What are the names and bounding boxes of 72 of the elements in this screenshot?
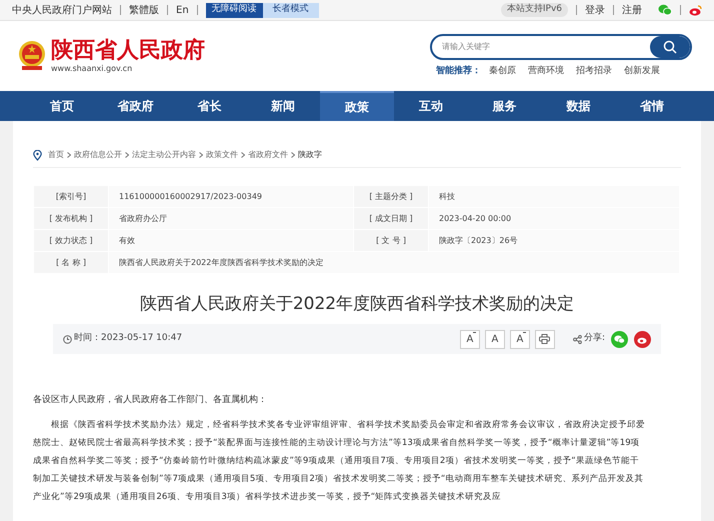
- location-pin-icon: [33, 150, 42, 160]
- nav-tab[interactable]: 新闻: [246, 91, 320, 121]
- recommend-link[interactable]: 秦创原: [489, 64, 516, 78]
- info-value: 116100000160002917/2023-00349: [108, 186, 354, 208]
- publish-time: 时间：2023-05-17 10:47: [74, 332, 182, 346]
- info-label: [ 文 号 ]: [354, 230, 428, 252]
- info-label: [ 主题分类 ]: [354, 186, 428, 208]
- info-label: [ 成文日期 ]: [354, 208, 428, 230]
- share-label: 分享:: [584, 332, 605, 346]
- wechat-share-button[interactable]: [611, 330, 628, 348]
- top-link[interactable]: 繁體版: [129, 2, 159, 18]
- recommend-label: 智能推荐：: [436, 64, 481, 78]
- info-value: 陕政字〔2023〕26号: [428, 230, 680, 252]
- mode-button[interactable]: 无障碍阅读: [206, 2, 263, 18]
- info-value: 陕西省人民政府关于2022年度陕西省科学技术奖励的决定: [108, 252, 680, 274]
- breadcrumb-link[interactable]: 法定主动公开内容: [132, 149, 196, 161]
- breadcrumb-link[interactable]: 政策文件: [206, 149, 238, 161]
- info-value: 2023-04-20 00:00: [428, 208, 680, 230]
- print-button[interactable]: [534, 330, 555, 348]
- search-icon: [663, 40, 677, 54]
- font-decrease-button[interactable]: A: [510, 330, 530, 348]
- breadcrumb-link[interactable]: 省政府文件: [248, 149, 288, 161]
- recommend-link[interactable]: 营商环境: [528, 64, 564, 78]
- breadcrumb-link[interactable]: 陕政字: [298, 149, 322, 161]
- wechat-icon: [614, 334, 625, 344]
- site-url: www.shaanxi.gov.cn: [51, 64, 134, 74]
- nav-tab[interactable]: 政策: [320, 91, 394, 121]
- top-link[interactable]: En: [176, 2, 189, 18]
- font-increase-button[interactable]: A: [460, 330, 480, 348]
- mode-button[interactable]: 长者模式: [262, 2, 319, 18]
- nav-tab[interactable]: 省情: [615, 91, 690, 121]
- clock-icon: [63, 334, 72, 344]
- top-link[interactable]: 中央人民政府门户网站: [12, 2, 112, 18]
- account-link[interactable]: 登录: [585, 2, 605, 18]
- chevron-icon: [291, 152, 295, 158]
- weibo-share-button[interactable]: [634, 330, 651, 348]
- salutation-text: 各设区市人民政府，省人民政府各工作部门、各直属机构：: [33, 394, 268, 407]
- info-label: [索引号]: [34, 186, 108, 208]
- ipv6-badge: 本站支持IPv6: [500, 3, 568, 17]
- wechat-icon[interactable]: [658, 4, 672, 16]
- nav-tab[interactable]: 数据: [541, 91, 616, 121]
- info-value: 有效: [108, 230, 354, 252]
- info-value: 科技: [428, 186, 680, 208]
- info-label: [ 发布机构 ]: [34, 208, 108, 230]
- search-field[interactable]: 请输入关键字: [442, 40, 650, 53]
- recommend-link[interactable]: 招考招录: [576, 64, 612, 78]
- weibo-icon[interactable]: [689, 4, 702, 16]
- share-icon: [572, 334, 582, 344]
- search-bar[interactable]: 请输入关键字: [430, 34, 692, 60]
- chevron-icon: [241, 152, 245, 158]
- info-value: 省政府办公厅: [108, 208, 354, 230]
- nav-tab[interactable]: 互动: [394, 91, 468, 121]
- breadcrumb-link[interactable]: 政府信息公开: [74, 149, 122, 161]
- printer-icon: [539, 334, 550, 344]
- chevron-icon: [67, 152, 71, 158]
- font-reset-button[interactable]: A: [484, 330, 505, 348]
- article-title: 陕西省人民政府关于2022年度陕西省科学技术奖励的决定: [138, 293, 576, 316]
- breadcrumb-link[interactable]: 首页: [48, 149, 64, 161]
- info-label: [ 效力状态 ]: [34, 230, 108, 252]
- emblem-icon: [17, 40, 47, 72]
- chevron-icon: [125, 152, 129, 158]
- nav-tab[interactable]: 首页: [25, 91, 99, 121]
- info-label: [ 名 称 ]: [34, 252, 108, 274]
- search-button[interactable]: [650, 36, 690, 58]
- nav-tab[interactable]: 服务: [468, 91, 542, 121]
- site-title: 陕西省人民政府: [51, 38, 205, 64]
- nav-tab[interactable]: 省政府: [98, 91, 173, 121]
- recommend-link[interactable]: 创新发展: [624, 64, 660, 78]
- chevron-icon: [199, 152, 203, 158]
- article-paragraph: 根据《陕西省科学技术奖励办法》规定，经省科学技术奖各专业评审组评审、省科学技术奖励委员会审定和省政府常务会议审议，省政府决定授予邱爱慈院士、赵铱民院士省最高科学技术奖；授予“装配界面与连接性能的主动设计理论与方法”等13项成果省自然科学奖一等奖，授予“概率计量逻辑”等19项成果省自然科学奖二等奖；授予“仿秦岭箭竹叶微纳结构疏冰蒙皮”等9项成果（通用项目7项、专用项目2项）省技术发明奖一等奖，授予“果蔬绿色节能干制加工关键技术研发与装备创制”等7项成果（通用项目5项、专用项目2项）省技术发明奖二等奖；授予“电动商用车整车关键技术研究、系列产品开发及其产业化”等29项成果（通用项目26项、专用项目3项）省科学技术进步奖一等奖，授予“矩阵式变换器关键技术研究及应: [33, 418, 645, 504]
- account-link[interactable]: 注册: [622, 2, 642, 18]
- nav-tab[interactable]: 省长: [172, 91, 246, 121]
